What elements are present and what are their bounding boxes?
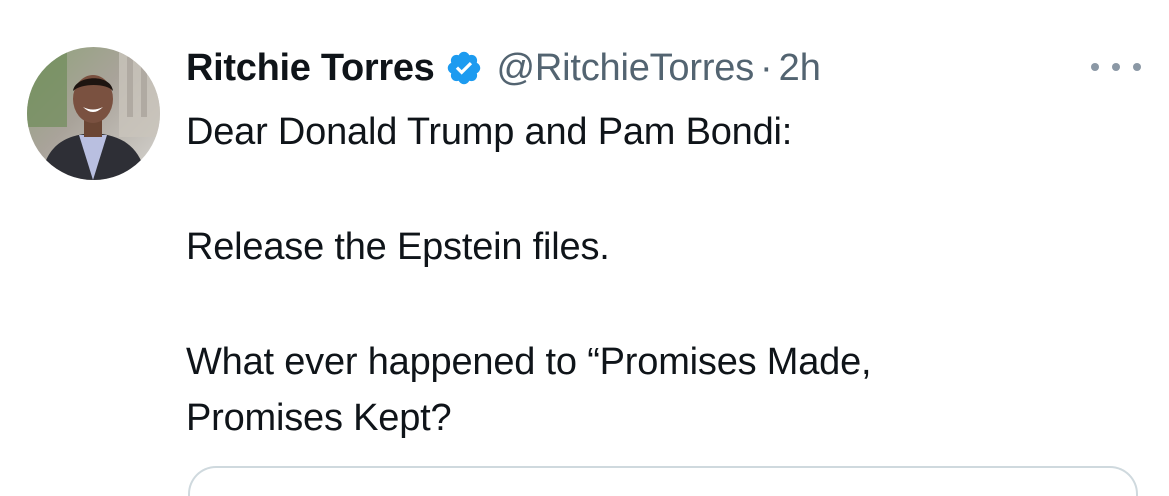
tweet-text-line: Dear Donald Trump and Pam Bondi: xyxy=(186,111,793,153)
embedded-card[interactable] xyxy=(188,466,1138,496)
separator-dot: · xyxy=(760,46,773,89)
author-handle[interactable]: @RitchieTorres xyxy=(497,47,755,90)
tweet-text-line: Promises Kept? xyxy=(186,397,452,439)
avatar[interactable] xyxy=(27,47,160,180)
verified-badge-icon xyxy=(445,49,483,87)
tweet-text-line: Release the Epstein files. xyxy=(186,226,610,268)
tweet-text: Dear Donald Trump and Pam Bondi: Release… xyxy=(186,104,1086,446)
avatar-photo xyxy=(27,47,160,180)
tweet-text-line: What ever happened to “Promises Made, xyxy=(186,341,872,383)
more-horizontal-icon[interactable] xyxy=(1091,55,1141,79)
tweet-header: Ritchie Torres @RitchieTorres · 2h xyxy=(186,44,821,92)
author-name[interactable]: Ritchie Torres xyxy=(186,47,435,90)
timestamp[interactable]: 2h xyxy=(779,47,821,90)
tweet[interactable]: Ritchie Torres @RitchieTorres · 2h Dear … xyxy=(0,0,1169,496)
